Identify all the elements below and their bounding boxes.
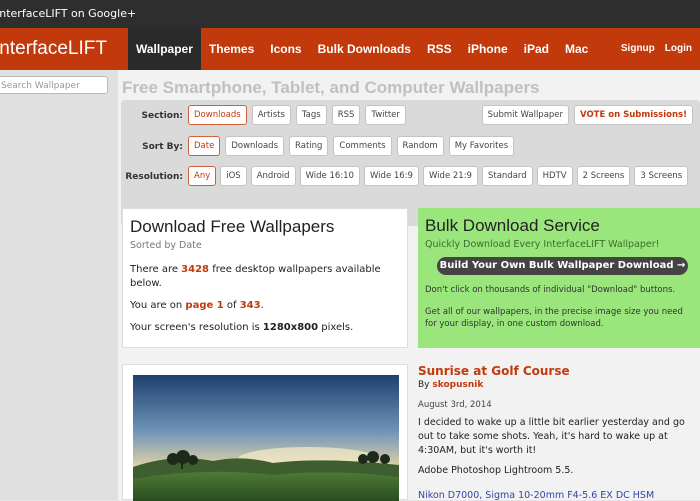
main-nav: Wallpaper Themes Icons Bulk Downloads RS… — [128, 28, 596, 70]
nav-iphone[interactable]: iPhone — [460, 28, 516, 70]
res-ios-chip[interactable]: iOS — [220, 166, 247, 186]
bulk-description-1: Don't click on thousands of individual "… — [425, 285, 676, 295]
golf-course-sunrise-image — [133, 375, 399, 501]
page-link[interactable]: page 1 — [185, 300, 223, 311]
sort-label: Sort By: — [142, 142, 183, 152]
bulk-download-box: Bulk Download Service Quickly Download E… — [418, 208, 700, 348]
wallpaper-byline: By skopusnik — [418, 380, 484, 390]
section-twitter-chip[interactable]: Twitter — [365, 105, 406, 125]
page-info-text: You are on page 1 of 343. — [130, 300, 264, 311]
res-wide169-chip[interactable]: Wide 16:9 — [363, 166, 419, 186]
resolution-info-text: Your screen's resolution is 1280x800 pix… — [130, 322, 354, 333]
wallpaper-description: I decided to wake up a little bit earlie… — [418, 417, 685, 456]
sidebar: Search Wallpaper — [0, 70, 118, 500]
last-page-link[interactable]: 343 — [240, 300, 261, 311]
signup-link[interactable]: Signup — [621, 28, 655, 70]
wallpaper-card — [122, 364, 408, 501]
nav-mac[interactable]: Mac — [557, 28, 596, 70]
download-info-box: Download Free Wallpapers Sorted by Date … — [122, 208, 408, 348]
wallpaper-software: Adobe Photoshop Lightroom 5.5. — [418, 465, 574, 476]
sort-random-chip[interactable]: Random — [396, 136, 444, 156]
google-plus-bar[interactable]: InterfaceLIFT on Google+ — [0, 0, 700, 28]
res-3screens-chip[interactable]: 3 Screens — [634, 166, 689, 186]
top-navigation: InterfaceLIFT Wallpaper Themes Icons Bul… — [0, 28, 700, 70]
page-title: Free Smartphone, Tablet, and Computer Wa… — [122, 78, 540, 97]
nav-wallpaper[interactable]: Wallpaper — [128, 28, 201, 70]
wallpaper-date: August 3rd, 2014 — [418, 400, 492, 410]
bulk-title[interactable]: Bulk Download Service — [425, 216, 600, 236]
resolution-label: Resolution: — [125, 172, 183, 182]
sort-date-chip[interactable]: Date — [188, 136, 221, 156]
res-standard-chip[interactable]: Standard — [481, 166, 533, 186]
bulk-subtitle: Quickly Download Every InterfaceLIFT Wal… — [425, 239, 660, 250]
section-rss-chip[interactable]: RSS — [331, 105, 361, 125]
search-input[interactable]: Search Wallpaper — [0, 76, 108, 94]
site-logo[interactable]: InterfaceLIFT — [0, 28, 107, 70]
download-subtitle: Sorted by Date — [130, 240, 202, 251]
wallpaper-count-text: There are 3428 free desktop wallpapers a… — [130, 264, 381, 289]
res-any-chip[interactable]: Any — [188, 166, 217, 186]
nav-icons[interactable]: Icons — [262, 28, 309, 70]
sort-favorites-chip[interactable]: My Favorites — [448, 136, 515, 156]
sort-comments-chip[interactable]: Comments — [333, 136, 392, 156]
login-link[interactable]: Login — [665, 28, 692, 70]
section-artists-chip[interactable]: Artists — [251, 105, 291, 125]
vote-button[interactable]: VOTE on Submissions! — [574, 105, 693, 125]
camera-gear-link[interactable]: Nikon D7000, Sigma 10-20mm F4-5.6 EX DC … — [418, 490, 654, 501]
download-title: Download Free Wallpapers — [130, 217, 335, 236]
resolution-row: Resolution: Any iOS Android Wide 16:10 W… — [121, 166, 700, 190]
author-link[interactable]: skopusnik — [432, 380, 483, 390]
section-label: Section: — [141, 111, 184, 121]
res-2screens-chip[interactable]: 2 Screens — [576, 166, 631, 186]
account-links: Signup Login — [621, 28, 692, 70]
nav-rss[interactable]: RSS — [419, 28, 460, 70]
section-downloads-chip[interactable]: Downloads — [188, 105, 247, 125]
sort-row: Sort By: Date Downloads Rating Comments … — [121, 136, 700, 160]
section-row: Section: Downloads Artists Tags RSS Twit… — [121, 105, 700, 129]
sort-downloads-chip[interactable]: Downloads — [225, 136, 285, 156]
res-hdtv-chip[interactable]: HDTV — [536, 166, 573, 186]
sort-rating-chip[interactable]: Rating — [289, 136, 329, 156]
wallpaper-details: Sunrise at Golf Course By skopusnik Augu… — [418, 364, 700, 501]
nav-bulk-downloads[interactable]: Bulk Downloads — [310, 28, 419, 70]
res-wide1610-chip[interactable]: Wide 16:10 — [299, 166, 360, 186]
section-tags-chip[interactable]: Tags — [295, 105, 327, 125]
build-bulk-download-button[interactable]: Build Your Own Bulk Wallpaper Download → — [437, 257, 688, 275]
screen-resolution: 1280x800 — [262, 322, 319, 333]
wallpaper-thumbnail[interactable] — [133, 375, 399, 501]
wallpaper-count: 3428 — [181, 264, 210, 275]
google-plus-link[interactable]: InterfaceLIFT on Google+ — [0, 7, 136, 20]
bulk-description-2: Get all of our wallpapers, in the precis… — [425, 307, 683, 329]
nav-ipad[interactable]: iPad — [516, 28, 557, 70]
submit-wallpaper-button[interactable]: Submit Wallpaper — [481, 105, 570, 125]
res-wide219-chip[interactable]: Wide 21:9 — [422, 166, 478, 186]
wallpaper-title-link[interactable]: Sunrise at Golf Course — [418, 364, 570, 378]
nav-themes[interactable]: Themes — [201, 28, 262, 70]
res-android-chip[interactable]: Android — [250, 166, 296, 186]
